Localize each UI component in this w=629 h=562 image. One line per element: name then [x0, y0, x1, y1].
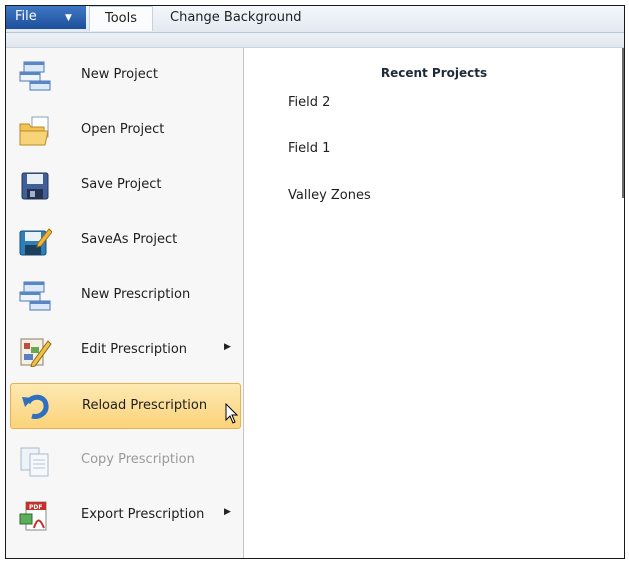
file-tab-label: File — [15, 9, 37, 24]
reload-icon — [22, 394, 49, 419]
menu-item-label: New Project — [81, 67, 158, 82]
file-menu-button[interactable]: File ▼ — [6, 6, 86, 29]
recent-project-item[interactable]: Field 2 — [288, 95, 330, 110]
file-menu: New Project Open Project Save Project Sa… — [6, 48, 244, 558]
svg-text:PDF: PDF — [29, 504, 42, 511]
submenu-arrow-icon: ▶ — [224, 507, 231, 517]
dropdown-arrow-icon: ▼ — [65, 13, 72, 23]
menu-item-open-project[interactable]: Open Project — [10, 108, 241, 154]
menu-item-save-project[interactable]: Save Project — [10, 163, 241, 209]
floppy-disk-icon — [21, 172, 49, 200]
menu-item-new-prescription[interactable]: New Prescription — [10, 273, 241, 319]
scrollbar-edge — [622, 48, 624, 198]
menu-item-saveas-project[interactable]: SaveAs Project — [10, 218, 241, 264]
edit-prescription-icon — [20, 338, 52, 367]
recent-project-item[interactable]: Field 1 — [288, 141, 330, 156]
menu-item-copy-prescription[interactable]: Copy Prescription — [10, 438, 241, 484]
new-project-icon — [19, 61, 51, 91]
copy-icon — [20, 447, 49, 477]
app-window: File ▼ Tools Change Background New Proje… — [5, 5, 625, 559]
ribbon-tab-bar: File ▼ Tools Change Background — [6, 6, 624, 33]
menu-item-new-project[interactable]: New Project — [10, 53, 241, 99]
menu-item-label: Open Project — [81, 122, 165, 137]
folder-icon — [19, 116, 49, 146]
pdf-export-icon: PDF — [19, 501, 47, 531]
recent-project-item[interactable]: Valley Zones — [288, 188, 371, 203]
save-as-icon — [19, 228, 52, 256]
menu-item-label: Edit Prescription — [81, 342, 188, 357]
ribbon-sub-bar — [6, 33, 624, 48]
menu-item-label: Copy Prescription — [81, 452, 195, 467]
new-prescription-icon — [19, 281, 51, 311]
menu-item-label: Reload Prescription — [82, 398, 208, 413]
recent-projects-title: Recent Projects — [380, 66, 488, 80]
menu-item-label: SaveAs Project — [81, 232, 178, 247]
menu-item-edit-prescription[interactable]: Edit Prescription ▶ — [10, 328, 241, 374]
tab-tools[interactable]: Tools — [89, 6, 153, 31]
menu-item-label: Export Prescription — [81, 507, 205, 522]
recent-projects-panel: Recent Projects Field 2 Field 1 Valley Z… — [244, 48, 624, 558]
mouse-cursor-icon — [225, 403, 239, 424]
menu-item-label: New Prescription — [81, 287, 191, 302]
menu-item-export-prescription[interactable]: PDF Export Prescription ▶ — [10, 493, 241, 539]
menu-item-reload-prescription[interactable]: Reload Prescription — [10, 383, 241, 429]
menu-item-label: Save Project — [81, 177, 162, 192]
tab-change-background[interactable]: Change Background — [170, 6, 301, 31]
submenu-arrow-icon: ▶ — [224, 342, 231, 352]
